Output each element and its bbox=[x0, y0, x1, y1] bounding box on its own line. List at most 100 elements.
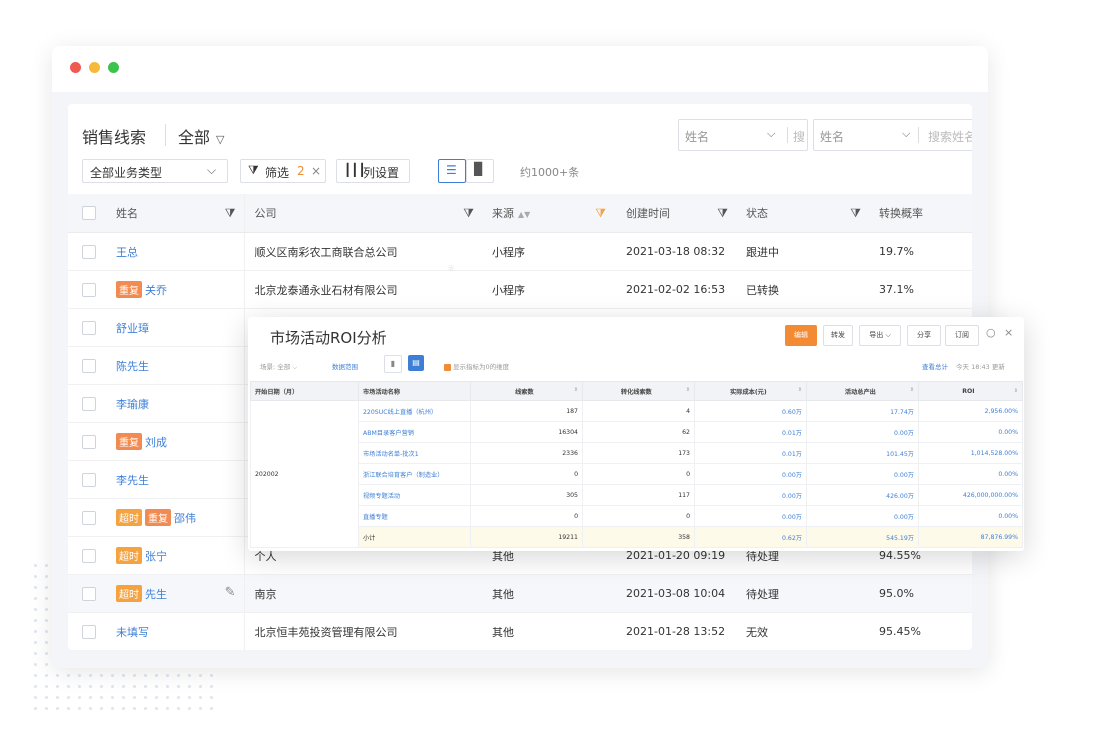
activity-name-cell[interactable]: ABM目录客户营销 bbox=[358, 421, 471, 443]
scene-filter[interactable]: 场景: 全部 ⌵ bbox=[260, 361, 297, 372]
chart-view-icon[interactable]: ▮ bbox=[384, 355, 402, 373]
sort-icon[interactable]: ⇕ bbox=[1014, 388, 1018, 394]
search-input[interactable]: 搜 bbox=[793, 128, 805, 145]
roi-value: 426.00万 bbox=[886, 492, 914, 500]
panel-title: 市场活动ROI分析 bbox=[270, 329, 387, 347]
sort-icon[interactable]: ⇕ bbox=[910, 387, 914, 393]
subscribe-button[interactable]: 订阅 bbox=[945, 325, 979, 346]
table-view-icon[interactable]: ▤ bbox=[408, 355, 424, 371]
roi-value-cell: 426.00万 bbox=[806, 484, 919, 506]
roi-row: ABM目录客户营销 16304 62 0.01万 0.00万 0.00% bbox=[251, 421, 1023, 443]
column-header-rate[interactable]: 转换概率 bbox=[869, 194, 972, 233]
activity-name-cell[interactable]: 浙江联合培育客户（制造业） bbox=[358, 463, 471, 485]
maximize-window-dot[interactable] bbox=[108, 62, 119, 73]
roi-col-activity[interactable]: 市场活动名称 bbox=[358, 381, 471, 401]
roi-value-cell: 0.00% bbox=[918, 463, 1023, 485]
export-button[interactable]: 导出 ⌵ bbox=[859, 325, 901, 346]
list-view-toggle[interactable]: ☰ bbox=[438, 159, 466, 183]
minimize-window-dot[interactable] bbox=[89, 62, 100, 73]
row-checkbox[interactable] bbox=[82, 548, 96, 563]
activity-name-cell[interactable]: 市场活动名单-批次1 bbox=[358, 442, 471, 464]
row-checkbox[interactable] bbox=[82, 282, 96, 297]
filter-icon[interactable]: ⧩ bbox=[225, 206, 236, 221]
scope-dropdown[interactable]: 全部 ▽ bbox=[178, 124, 224, 148]
lead-name-link[interactable]: 李先生 bbox=[116, 474, 149, 487]
company-cell: 南京 bbox=[244, 574, 482, 613]
roi-col-leads[interactable]: 线索数 ⇕ bbox=[470, 381, 583, 401]
sort-icon[interactable]: ▲▼ bbox=[518, 210, 530, 219]
row-checkbox[interactable] bbox=[82, 624, 96, 639]
filter-button[interactable]: ⧩ 筛选 2 × bbox=[240, 159, 326, 183]
close-icon[interactable]: × bbox=[1004, 326, 1013, 339]
lead-name-link[interactable]: 王总 bbox=[116, 246, 138, 259]
row-checkbox[interactable] bbox=[82, 320, 96, 335]
edit-icon[interactable]: ✎ bbox=[225, 585, 236, 600]
data-range-link[interactable]: 数据范围 bbox=[332, 361, 358, 371]
filter-icon[interactable]: ⧩ bbox=[463, 206, 474, 221]
lead-name-link[interactable]: 舒业璋 bbox=[116, 322, 149, 335]
roi-col-cost[interactable]: 实际成本(元) ⇕ bbox=[694, 381, 807, 401]
search-box-2[interactable]: 姓名 ⌵ 搜索姓名 bbox=[813, 119, 972, 151]
row-checkbox[interactable] bbox=[82, 244, 96, 259]
roi-col-roi[interactable]: ROI ⇕ bbox=[918, 381, 1023, 401]
row-checkbox[interactable] bbox=[82, 510, 96, 525]
search-input[interactable]: 搜索姓名 bbox=[928, 128, 972, 145]
column-label: 公司 bbox=[254, 207, 277, 220]
roi-col-output[interactable]: 活动总产出 ⇕ bbox=[806, 381, 919, 401]
edit-button[interactable]: 编辑 bbox=[785, 325, 817, 346]
table-row[interactable]: 超时 先生 ✎ 南京 其他 2021-03-08 10:04 待处理 95.0% bbox=[68, 574, 972, 613]
row-checkbox[interactable] bbox=[82, 434, 96, 449]
roi-value: 17.74万 bbox=[890, 408, 914, 416]
activity-name-cell[interactable]: 220SUC线上直播（杭州） bbox=[358, 400, 471, 422]
filter-icon[interactable]: ⧩ bbox=[717, 206, 728, 221]
lead-name-link[interactable]: 陈先生 bbox=[116, 360, 149, 373]
search-field-select[interactable]: 姓名 bbox=[685, 128, 709, 145]
row-checkbox[interactable] bbox=[82, 396, 96, 411]
column-header-company[interactable]: 公司 ⧩ bbox=[244, 194, 482, 233]
lead-name-link[interactable]: 李瑜康 bbox=[116, 398, 149, 411]
roi-value: 0.00万 bbox=[782, 471, 802, 479]
column-settings-button[interactable]: ┃┃┃ 列设置 bbox=[336, 159, 410, 183]
row-checkbox[interactable] bbox=[82, 586, 96, 601]
sort-icon[interactable]: ⇕ bbox=[574, 387, 578, 393]
filter-icon[interactable]: ⧩ bbox=[850, 206, 861, 221]
lead-name-link[interactable]: 先生 bbox=[145, 588, 167, 601]
roi-value: 187 bbox=[566, 407, 578, 415]
share-button[interactable]: 分享 bbox=[907, 325, 941, 346]
sort-icon[interactable]: ⇕ bbox=[686, 387, 690, 393]
row-checkbox[interactable] bbox=[82, 358, 96, 373]
column-header-status[interactable]: 状态 ⧩ bbox=[736, 194, 869, 233]
activity-name-cell[interactable]: 直播专题 bbox=[358, 505, 471, 527]
table-row[interactable]: 王总 顺义区南彩农工商联合总公司 小程序 2021-03-18 08:32 跟进中 19.… bbox=[68, 232, 972, 271]
table-row[interactable]: 未填写 北京恒丰苑投资管理有限公司 其他 2021-01-28 13:52 无效 95.4… bbox=[68, 612, 972, 650]
roi-col-month[interactable]: 开始日期（月） bbox=[250, 381, 359, 401]
column-header-created[interactable]: 创建时间 ⧩ bbox=[616, 194, 736, 233]
roi-value-cell: 0.00万 bbox=[806, 421, 919, 443]
filter-active-icon[interactable]: ⧩ bbox=[595, 206, 606, 221]
column-header-source[interactable]: 来源 ▲▼ ⧩ bbox=[482, 194, 616, 233]
view-summary-link[interactable]: 查看总计 bbox=[922, 361, 948, 371]
row-checkbox[interactable] bbox=[82, 472, 96, 487]
lead-name-link[interactable]: 张宁 bbox=[145, 550, 167, 563]
roi-value: 101.45万 bbox=[886, 450, 914, 458]
search-field-select[interactable]: 姓名 bbox=[820, 128, 844, 145]
roi-col-converted[interactable]: 转化线索数 ⇕ bbox=[582, 381, 695, 401]
refresh-icon[interactable]: ○ bbox=[986, 326, 996, 339]
lead-name-link[interactable]: 邵伟 bbox=[174, 512, 196, 525]
business-type-select[interactable]: 全部业务类型 ⌵ bbox=[82, 159, 228, 183]
show-zero-checkbox[interactable]: 显示指标为0的维度 bbox=[444, 361, 509, 371]
table-row[interactable]: 重复 关乔 北京龙泰通永业石材有限公司 小程序 2021-02-02 16:53 已转换 3… bbox=[68, 270, 972, 309]
card-view-toggle[interactable]: ▉ bbox=[466, 159, 494, 183]
forward-button[interactable]: 转发 bbox=[823, 325, 853, 346]
roi-subtotal-row: 小计 19211 358 0.62万 545.19万 87,876.99% bbox=[251, 526, 1023, 548]
activity-name-cell[interactable]: 视频专题活动 bbox=[358, 484, 471, 506]
select-all-checkbox[interactable] bbox=[82, 206, 96, 220]
lead-name-link[interactable]: 未填写 bbox=[116, 626, 149, 639]
clear-filter-icon[interactable]: × bbox=[311, 164, 321, 178]
sort-icon[interactable]: ⇕ bbox=[798, 387, 802, 393]
lead-name-link[interactable]: 刘成 bbox=[145, 436, 167, 449]
lead-name-link[interactable]: 关乔 bbox=[145, 284, 167, 297]
column-header-name[interactable]: 姓名 ⧩ bbox=[106, 194, 245, 233]
close-window-dot[interactable] bbox=[70, 62, 81, 73]
search-box-1[interactable]: 姓名 ⌵ 搜 bbox=[678, 119, 808, 151]
